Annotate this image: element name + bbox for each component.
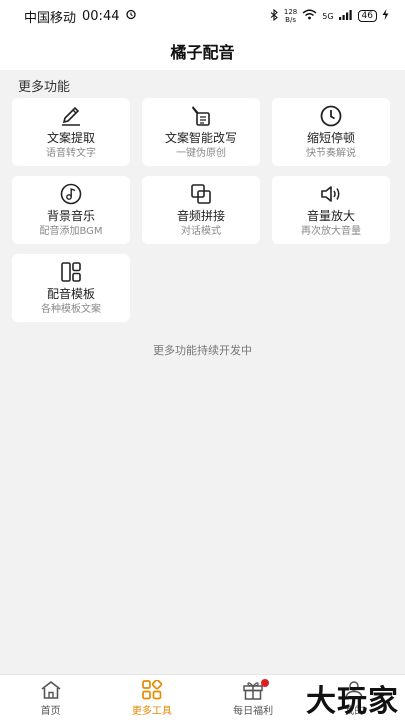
signal-icon <box>338 9 353 23</box>
battery-indicator: 46 <box>357 10 377 22</box>
tab-more-tools[interactable]: 更多工具 <box>101 675 202 720</box>
tool-card-dubbing-template[interactable]: 配音模板 各种模板文案 <box>12 254 130 322</box>
tool-title: 文案提取 <box>46 131 95 145</box>
tool-subtitle: 一键伪原创 <box>176 148 226 159</box>
music-disc-icon <box>58 182 84 206</box>
tool-subtitle: 各种模板文案 <box>41 304 101 315</box>
net-speed: 128 B/s <box>283 8 298 24</box>
clock-time: 00:44 <box>82 8 120 24</box>
tool-title: 配音模板 <box>46 287 95 301</box>
tool-subtitle: 快节奏解说 <box>306 148 356 159</box>
tool-subtitle: 再次放大音量 <box>301 226 361 237</box>
tab-label: 更多工具 <box>131 705 172 717</box>
status-bar: 中国移动 00:44 128 B/s 5G 46 <box>0 0 405 32</box>
network-type: 5G <box>322 11 334 21</box>
alarm-icon <box>125 8 137 24</box>
tab-label: 首页 <box>40 705 61 717</box>
tool-subtitle: 配音添加BGM <box>39 226 103 237</box>
tool-card-shorten-pause[interactable]: 缩短停顿 快节奏解说 <box>272 98 390 166</box>
tab-daily-benefits[interactable]: 每日福利 <box>203 675 304 720</box>
tab-label: 每日福利 <box>233 705 274 717</box>
tool-card-audio-splice[interactable]: 音频拼接 对话模式 <box>142 176 260 244</box>
speaker-icon <box>318 182 344 206</box>
charging-icon <box>382 9 389 23</box>
watermark-logo: 大玩家 <box>306 684 399 719</box>
wifi-icon <box>302 9 317 23</box>
tool-card-text-extract[interactable]: 文案提取 语音转文字 <box>12 98 130 166</box>
tool-card-background-music[interactable]: 背景音乐 配音添加BGM <box>12 176 130 244</box>
bluetooth-icon <box>270 8 279 24</box>
tool-card-smart-rewrite[interactable]: 文案智能改写 一键伪原创 <box>142 98 260 166</box>
splice-icon <box>188 182 214 206</box>
app-header: 橘子配音 <box>0 32 405 70</box>
tab-home[interactable]: 首页 <box>0 675 101 720</box>
template-icon <box>58 260 84 284</box>
notification-badge <box>260 679 269 687</box>
tools-grid-icon <box>141 679 163 701</box>
tool-title: 音量放大 <box>306 209 355 223</box>
page-title: 橘子配音 <box>170 43 235 62</box>
tool-card-volume-boost[interactable]: 音量放大 再次放大音量 <box>272 176 390 244</box>
carrier-label: 中国移动 <box>24 10 77 26</box>
pen-icon <box>58 104 84 128</box>
clock-icon <box>318 104 344 128</box>
tool-subtitle: 对话模式 <box>181 226 221 237</box>
tool-title: 音频拼接 <box>176 209 225 223</box>
tool-title: 缩短停顿 <box>306 131 355 145</box>
rewrite-icon <box>188 104 214 128</box>
tool-title: 背景音乐 <box>46 209 95 223</box>
section-title: 更多功能 <box>18 80 71 95</box>
home-icon <box>40 679 62 701</box>
tool-subtitle: 语音转文字 <box>46 148 96 159</box>
tools-grid: 文案提取 语音转文字 文案智能改写 一键伪原创 缩短停顿 快节奏解说 背景音乐 … <box>12 98 393 322</box>
tool-title: 文案智能改写 <box>164 131 237 145</box>
more-features-note: 更多功能持续开发中 <box>153 344 252 357</box>
